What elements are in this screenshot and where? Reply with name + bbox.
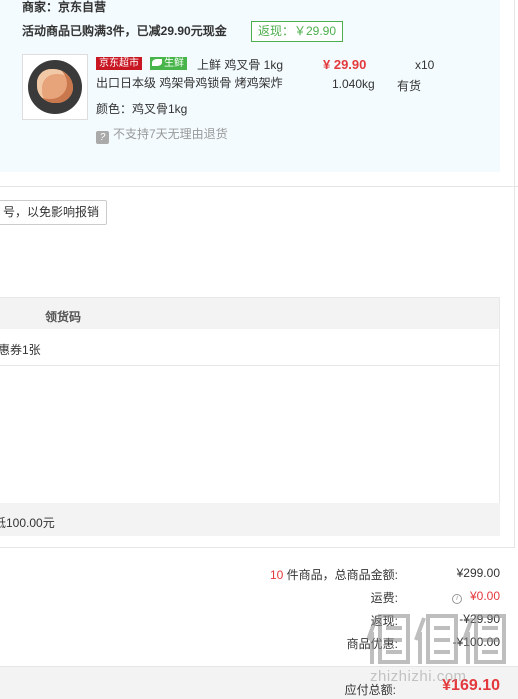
- stock-status: 有货: [397, 79, 422, 93]
- coupon-panel: 领货码 惠券1张 抵100.00元: [0, 297, 500, 536]
- product-image-food: [37, 69, 73, 103]
- coupon-tabs: 领货码: [0, 298, 499, 329]
- goods-count-label: 10 件商品，总商品金额:: [270, 566, 398, 583]
- goods-amount: ¥299.00: [456, 566, 500, 580]
- product-price: ¥ 29.90: [323, 57, 367, 72]
- summary-goods-row: 10 件商品，总商品金额: ¥299.00: [240, 566, 500, 584]
- merchant-name: 商家：京东自营: [22, 0, 107, 14]
- promotion-text: 活动商品已购满3件，已减29.90元现金: [22, 24, 227, 38]
- section-divider: [0, 186, 518, 187]
- fresh-badge-label: 生鲜: [164, 58, 184, 69]
- jd-supermarket-badge: 京东超市: [96, 57, 142, 70]
- coupon-row-text: 惠券1张: [0, 343, 41, 357]
- freight-value: ¥0.00: [469, 589, 500, 603]
- freight-value-wrap: i ¥0.00: [451, 589, 500, 604]
- freight-label: 运费:: [370, 591, 398, 605]
- summary-divider: [0, 547, 514, 548]
- summary-freight-row: 运费: i ¥0.00: [240, 589, 500, 607]
- rebate-tag: 返现：￥29.90: [251, 21, 343, 42]
- leaf-icon: [152, 59, 162, 66]
- watermark-text: zhizhizhi.com: [370, 668, 467, 685]
- invoice-notice-button[interactable]: 号，以免影响报销: [0, 200, 107, 225]
- fresh-badge: 生鲜: [150, 57, 187, 70]
- return-policy: ? 不支持7天无理由退货: [96, 125, 228, 144]
- info-icon[interactable]: i: [451, 594, 462, 604]
- product-title-link[interactable]: 上鲜 鸡叉骨 1kg: [197, 56, 283, 73]
- question-icon[interactable]: ?: [96, 131, 109, 144]
- shop-order-box: 商家：京东自营 活动商品已购满3件，已减29.90元现金 返现：￥29.90 京…: [0, 0, 500, 172]
- product-weight: 1.040kg: [332, 77, 375, 91]
- watermark-logo: [366, 614, 506, 664]
- coupon-discount-text: 抵100.00元: [0, 516, 55, 530]
- product-color-attribute: 颜色：鸡叉骨1kg: [96, 102, 188, 116]
- goods-count-text: 件商品，总商品金额:: [283, 568, 398, 582]
- coupon-footer: 抵100.00元: [0, 503, 500, 536]
- coupon-row[interactable]: 惠券1张: [0, 329, 499, 366]
- return-policy-text: 不支持7天无理由退货: [113, 127, 228, 141]
- product-quantity: x10: [415, 58, 435, 72]
- content-border: [514, 0, 515, 548]
- site-watermark: zhizhizhi.com: [362, 610, 514, 690]
- product-title-link-line2[interactable]: 出口日本级 鸡架骨鸡锁骨 烤鸡架炸: [96, 74, 283, 91]
- tab-voucher-code[interactable]: 领货码: [45, 308, 81, 325]
- goods-count: 10: [269, 568, 284, 582]
- product-image[interactable]: [22, 54, 88, 120]
